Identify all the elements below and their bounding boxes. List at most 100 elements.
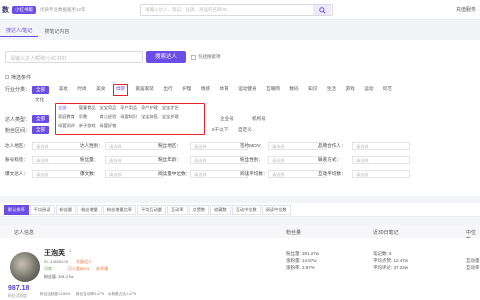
filter-label: 粉丝性别：	[240, 157, 263, 162]
sort-tab[interactable]: 点赞数	[188, 204, 210, 215]
industry-item[interactable]: 知识	[308, 86, 317, 94]
subcategory-item[interactable]: 早教	[79, 114, 96, 120]
filter-label: 粉丝地区：	[158, 143, 181, 148]
subcategory-item[interactable]: 母婴好物	[100, 123, 117, 129]
subcategory-item[interactable]: 宝宝用品	[100, 105, 117, 111]
filter-select[interactable]: 请选择	[105, 156, 163, 164]
talent-type-all[interactable]: 全部	[32, 115, 50, 123]
industry-item[interactable]: 时尚	[77, 86, 86, 94]
talent-name[interactable]: 王泡芙	[44, 248, 65, 258]
subcategory-item[interactable]: 育儿经验	[100, 114, 117, 120]
sort-tab[interactable]: 互动率	[166, 204, 188, 215]
industry-item[interactable]: 美妆	[59, 86, 68, 94]
filter-select[interactable]: 请选择	[352, 170, 410, 178]
industry-item-culture[interactable]: 文化	[35, 97, 44, 103]
sort-tab[interactable]: 平均互动量	[137, 204, 166, 215]
subcategory-item[interactable]: 孕产护理	[141, 105, 158, 111]
checkbox-label: 包括搜索项	[198, 54, 221, 59]
global-search-button[interactable]	[313, 5, 331, 15]
sort-tab[interactable]: 粉丝增量比率	[102, 204, 137, 215]
filter-select[interactable]: 请选择	[352, 142, 410, 150]
industry-item[interactable]: 互联网	[266, 86, 280, 94]
global-search[interactable]: 请输入达人、笔记、品牌、商品的名称/ID	[140, 4, 333, 16]
sort-tab[interactable]: 粉丝增量	[77, 204, 102, 215]
talent-type-enterprise[interactable]: 企业号	[220, 116, 234, 122]
industry-item[interactable]: 数码	[289, 86, 298, 94]
fans-range-under-5k[interactable]: 5千以下	[212, 127, 228, 133]
avatar[interactable]	[10, 252, 40, 282]
filter-label: 粉丝年龄：	[158, 157, 181, 162]
industry-item[interactable]: 出行	[163, 86, 172, 94]
subcategory-item[interactable]: 孕产用品	[120, 105, 137, 111]
industry-item[interactable]: 运动健身	[238, 86, 256, 94]
industry-list: 全部 美妆 时尚 美食 母婴 家居家装 出行 护理 情感 体育 运动健身 互联网 数码 知识 生活 游戏 运动 综…	[32, 84, 472, 96]
industry-item[interactable]: 全部	[32, 86, 50, 94]
table-row[interactable]: 987.18 粉丝活跃度 王泡芙 ♀ ID: 43606478 头部达人 河南 …	[0, 238, 480, 300]
table-header: 达人信息 粉丝量 近30日笔记 中位数	[0, 225, 480, 243]
talent-search-input[interactable]: 请输入达人昵称/小红书ID	[5, 51, 143, 63]
subcategory-item[interactable]: 母婴知识	[120, 114, 137, 120]
sort-tab[interactable]: 默认排序	[4, 204, 29, 215]
industry-item[interactable]: 护理	[182, 86, 191, 94]
subcategory-popup: 全部 婴童食品 宝宝用品 孕产用品 孕产护理 宝宝才艺家庭教育 早教 育儿经验 母婴知识 宝宝穿搭…	[55, 103, 205, 135]
sort-tab[interactable]: 互动中位数	[231, 204, 261, 215]
subcategory-item[interactable]: 婴童食品	[79, 105, 96, 111]
col-recent-notes[interactable]: 近30日笔记	[373, 229, 399, 236]
global-search-input[interactable]: 请输入达人、笔记、品牌、商品的名称/ID	[145, 7, 313, 13]
industry-item[interactable]: 体育	[220, 86, 229, 94]
subcategory-item[interactable]: 亲子游戏	[79, 123, 96, 129]
filter-label: 账号标签：	[5, 157, 28, 162]
fans-metrics: 粉丝量: 391.27w 涨粉量: 14.87w 涨粉率: 3.97%	[286, 250, 319, 272]
fans-range-custom[interactable]: 自定义	[238, 127, 252, 133]
bottom-stat-1: 粉丝活跃度13.80%	[40, 292, 71, 296]
subcategory-item[interactable]: 宝宝穿搭	[141, 114, 158, 120]
sort-tab[interactable]: 收藏数	[210, 204, 231, 215]
industry-item[interactable]: 美食	[96, 86, 105, 94]
industry-item[interactable]: 生活	[327, 86, 336, 94]
tab-search-notes[interactable]: 搜笔记内容	[38, 26, 75, 37]
subcategory-item[interactable]: 宝宝才艺	[162, 105, 179, 111]
fans-range-all[interactable]: 全部	[32, 126, 50, 134]
sort-tab[interactable]: 平均阅读	[29, 204, 55, 215]
talent-type-agency[interactable]: 机构号	[252, 116, 266, 122]
filter-icon	[5, 75, 9, 79]
filter-select[interactable]: 请选择	[352, 156, 410, 164]
version-badge[interactable]: 小红书版	[12, 5, 36, 14]
subcategory-item[interactable]: 全部	[58, 105, 75, 111]
industry-item[interactable]: 母婴	[112, 84, 129, 96]
industry-item[interactable]: 游戏	[346, 86, 355, 94]
subcategory-item[interactable]: 母婴测评	[58, 123, 75, 129]
filter-label: 爆文达人：	[5, 171, 28, 176]
industry-item[interactable]: 情感	[201, 86, 210, 94]
industry-item[interactable]: 运动	[364, 86, 373, 94]
industry-item[interactable]: 家居家装	[136, 86, 154, 94]
subcategory-item[interactable]: 宝宝护理	[162, 114, 179, 120]
row-mini-stats: 粉丝量: 391.27w	[44, 273, 73, 280]
filter-label: 粉丝量：	[80, 157, 99, 162]
col-fans[interactable]: 粉丝量	[286, 229, 301, 236]
industry-item[interactable]: 综艺	[383, 86, 392, 94]
filter-label: 达人地区：	[5, 143, 28, 148]
filters-title-text: 筛选条件	[11, 75, 32, 81]
top-right-link[interactable]: 充值服务	[456, 6, 476, 13]
filter-label: 爆文数：	[80, 171, 99, 176]
filter-label: 联系方式：	[318, 157, 341, 162]
filter-select[interactable]: 请选择	[105, 170, 163, 178]
metric-avg-likes: 平均点赞: 12.47w	[373, 258, 409, 264]
talent-type-label: 达人类型：	[5, 117, 31, 123]
metric-interaction: 互动量	[466, 258, 480, 263]
search-talent-button[interactable]: 搜索达人	[146, 51, 186, 63]
sort-bar: 默认排序 平均阅读 粉丝量 粉丝增量 粉丝增量比率 平均互动量 互动率 点赞数 收藏数 互动中位数…	[0, 203, 480, 217]
bottom-stat-3: 水粉数占比1.47%	[108, 292, 137, 296]
tab-search-talent[interactable]: 搜达人/笔记	[0, 25, 39, 37]
include-search-checkbox[interactable]: 包括搜索项	[191, 54, 221, 60]
tag-head-talent: 头部达人	[76, 259, 92, 264]
top-bar: 数 小红书版 优质专业数据服务12年 请输入达人、笔记、品牌、商品的名称/ID …	[0, 0, 480, 20]
subcategory-item[interactable]: 家庭教育	[58, 114, 75, 120]
sort-tab[interactable]: 阅读中位数	[261, 204, 291, 215]
filter-label: 达人性别：	[80, 143, 103, 148]
talent-location: 河南	[44, 266, 52, 271]
sort-tab[interactable]: 粉丝量	[55, 204, 77, 215]
filter-select[interactable]: 请选择	[105, 142, 163, 150]
metric-likes: 涨粉量: 14.87w	[286, 258, 317, 264]
